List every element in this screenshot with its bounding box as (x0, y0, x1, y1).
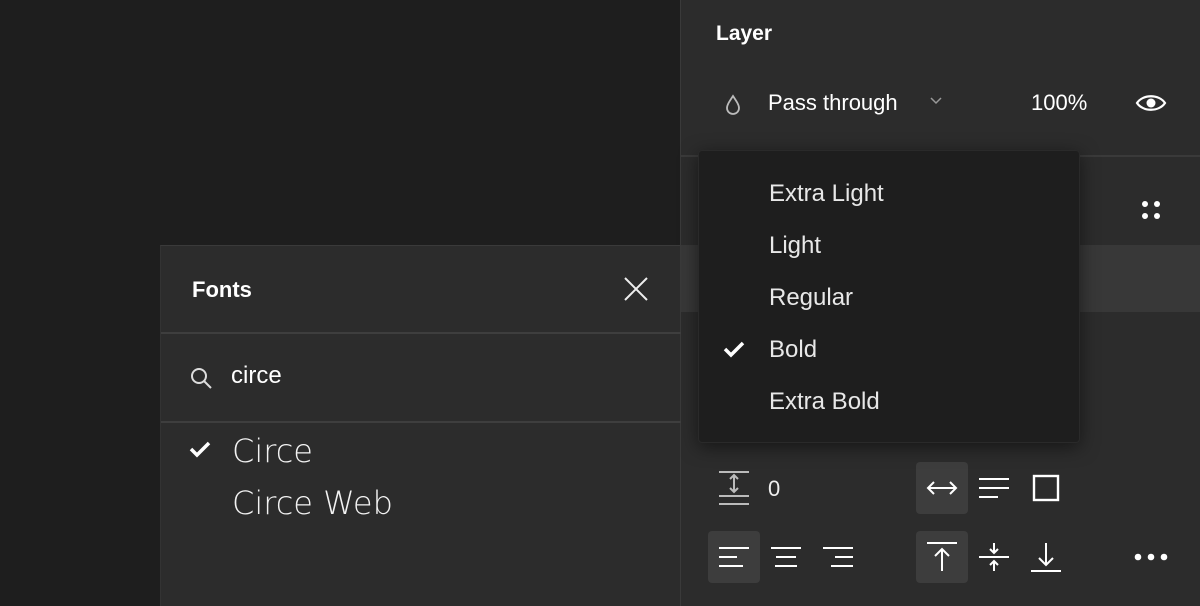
font-item-circe-web[interactable]: Circe Web (161, 476, 681, 528)
fixed-size-icon[interactable] (1020, 462, 1072, 514)
grid-dots-icon[interactable] (1139, 198, 1163, 222)
divider (161, 332, 681, 334)
menu-item-extra-light[interactable]: Extra Light (699, 167, 1079, 219)
check-icon (189, 441, 211, 458)
more-icon[interactable] (1125, 531, 1177, 583)
align-middle-icon[interactable] (968, 531, 1020, 583)
align-bottom-icon[interactable] (1020, 531, 1072, 583)
eye-icon[interactable] (1135, 92, 1167, 114)
layer-section-title: Layer (716, 22, 773, 45)
font-search-input[interactable] (231, 362, 631, 390)
search-icon (191, 368, 212, 389)
fonts-panel-title: Fonts (192, 277, 252, 302)
auto-height-icon[interactable] (968, 462, 1020, 514)
drop-icon (726, 94, 740, 115)
align-center-icon[interactable] (760, 531, 812, 583)
close-icon[interactable] (623, 276, 649, 302)
align-left-icon[interactable] (708, 531, 760, 583)
opacity-input[interactable]: 100% (1031, 90, 1087, 116)
menu-item-light[interactable]: Light (699, 219, 1079, 271)
font-weight-menu: Extra Light Light Regular Bold Extra Bol… (698, 150, 1080, 443)
align-top-icon[interactable] (916, 531, 968, 583)
paragraph-spacing-icon (708, 462, 760, 514)
menu-item-extra-bold[interactable]: Extra Bold (699, 375, 1079, 427)
paragraph-spacing-input[interactable]: 0 (768, 476, 780, 502)
font-item-circe[interactable]: Circe (161, 424, 681, 476)
divider (161, 421, 681, 423)
menu-item-bold[interactable]: Bold (699, 323, 1079, 375)
chevron-down-icon[interactable] (929, 96, 943, 106)
align-right-icon[interactable] (812, 531, 864, 583)
menu-item-regular[interactable]: Regular (699, 271, 1079, 323)
auto-width-icon[interactable] (916, 462, 968, 514)
fonts-panel: Fonts Circe Circe Web (160, 245, 681, 606)
check-icon (723, 341, 745, 358)
blend-mode-dropdown[interactable]: Pass through (768, 90, 898, 116)
